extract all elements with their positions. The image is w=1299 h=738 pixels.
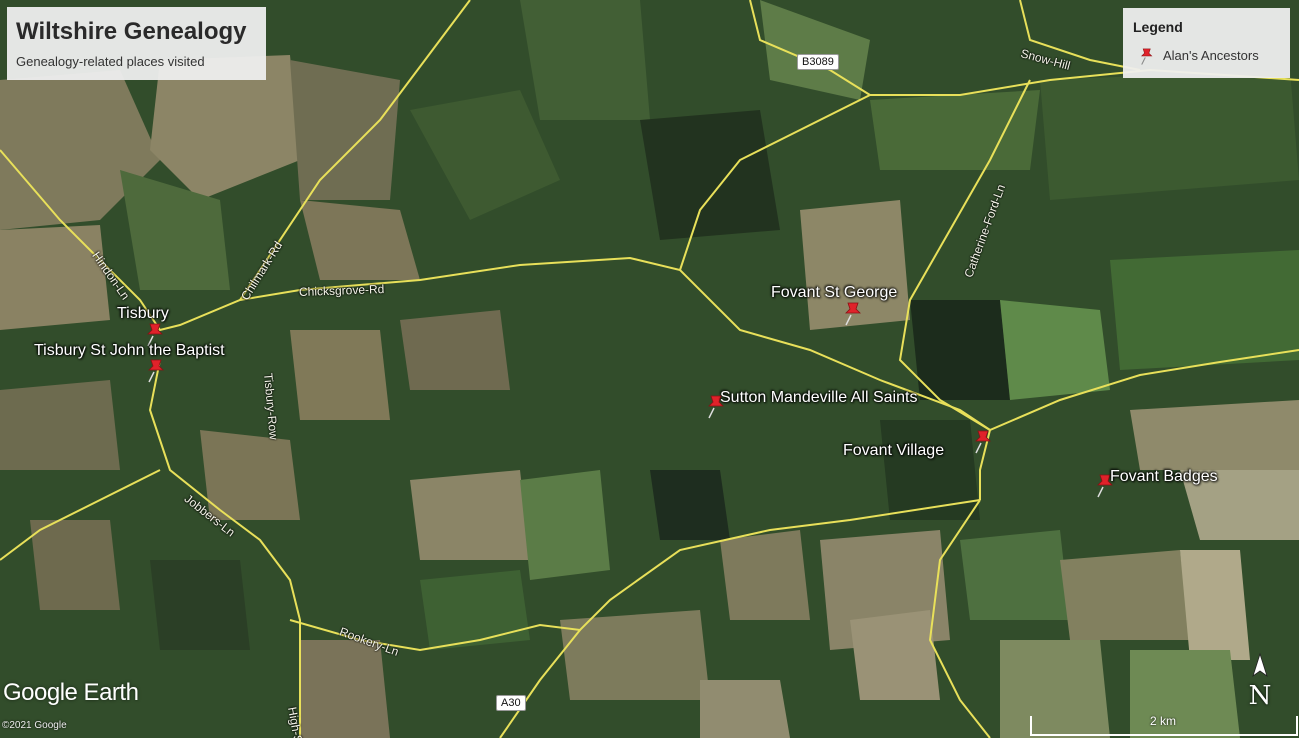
legend-title: Legend: [1133, 19, 1183, 35]
road-label-chicksgrove-rd: Chicksgrove-Rd: [298, 282, 385, 299]
map-title: Wiltshire Genealogy: [16, 18, 247, 45]
place-label-fovant-badges[interactable]: Fovant Badges: [1110, 468, 1218, 486]
place-label-tisbury[interactable]: Tisbury: [117, 305, 169, 323]
red-pushpin-icon[interactable]: [143, 356, 167, 384]
place-label-fovant-st-george[interactable]: Fovant St George: [771, 284, 897, 302]
north-letter: N: [1248, 681, 1272, 711]
satellite-terrain: [0, 0, 1299, 738]
map-view[interactable]: Snow-Hill Hindon-Ln Chilmark-Rd Chicksgr…: [0, 0, 1299, 738]
red-pushpin-icon[interactable]: [970, 427, 994, 455]
place-label-tisbury-st-john[interactable]: Tisbury St John the Baptist: [34, 342, 225, 360]
road-shield-b3089: B3089: [797, 54, 839, 70]
red-pushpin-icon[interactable]: [840, 299, 864, 327]
legend-panel: Legend Alan's Ancestors: [1123, 8, 1290, 78]
red-pushpin-icon: [1141, 48, 1153, 65]
scale-bar: 2 km: [1030, 714, 1298, 736]
place-label-fovant-village[interactable]: Fovant Village: [843, 442, 944, 460]
title-panel: Wiltshire Genealogy Genealogy-related pl…: [7, 7, 266, 80]
road-shield-a30: A30: [496, 695, 526, 711]
copyright-text: ©2021 Google: [2, 720, 67, 731]
place-label-sutton-mandeville[interactable]: Sutton Mandeville All Saints: [720, 389, 917, 407]
scale-label: 2 km: [1149, 714, 1176, 728]
map-subtitle: Genealogy-related places visited: [16, 54, 205, 69]
legend-item-label: Alan's Ancestors: [1163, 48, 1259, 63]
google-earth-logo: Google Earth: [3, 679, 139, 706]
